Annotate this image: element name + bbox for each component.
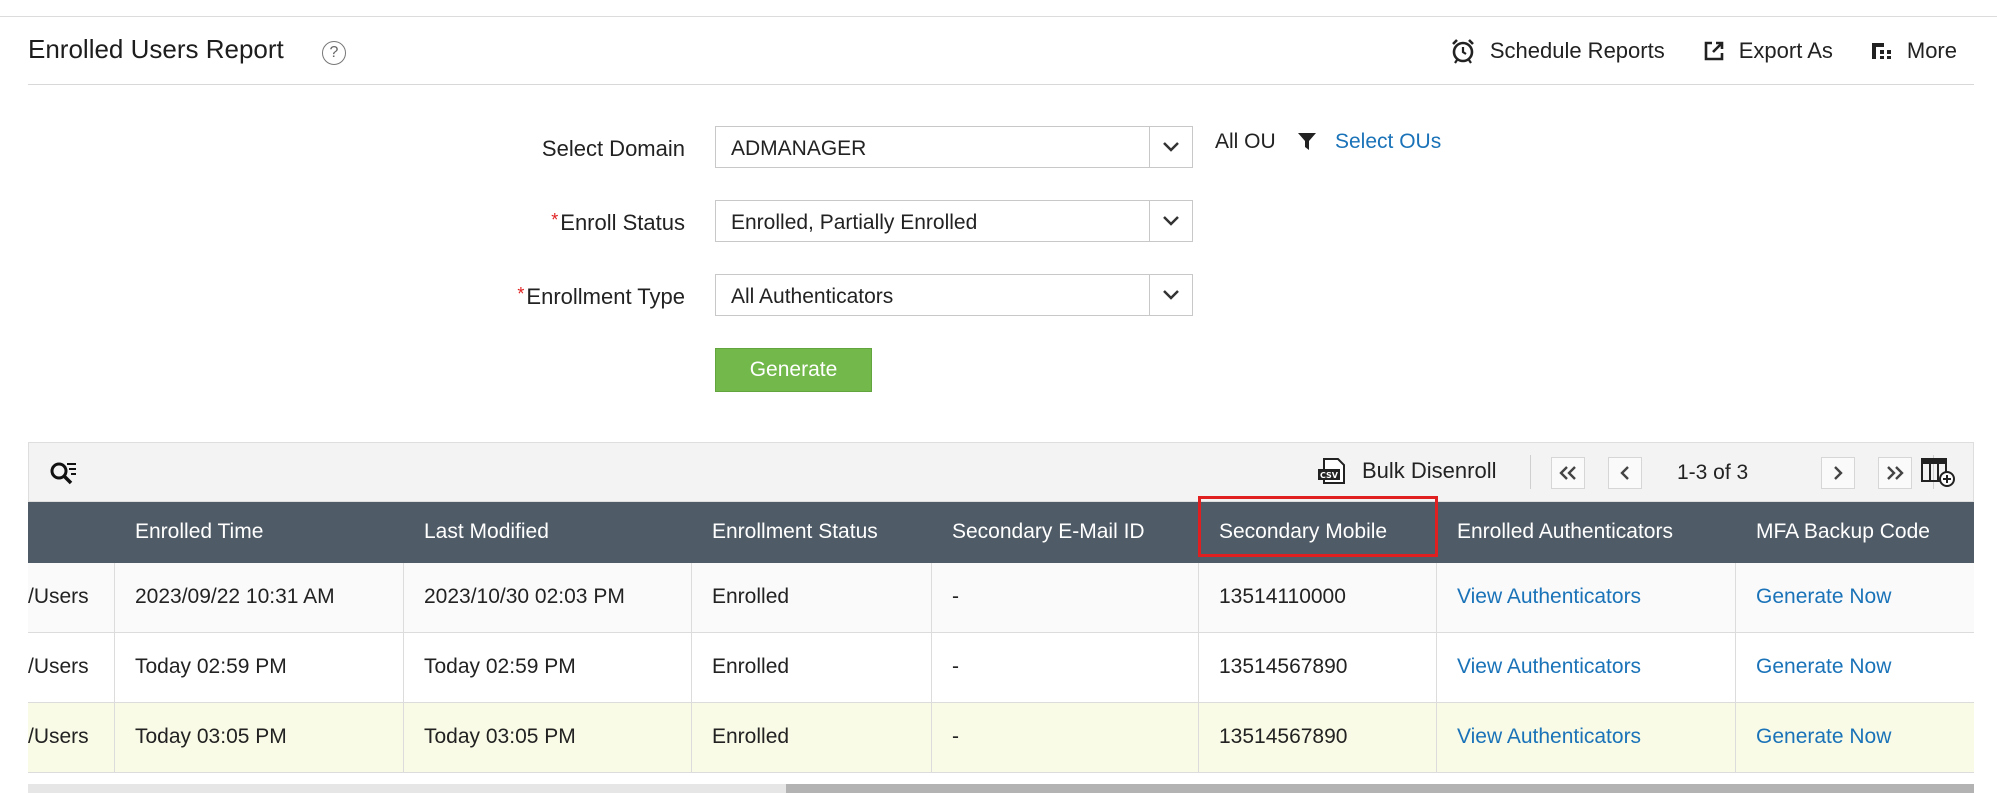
column-header-last-modified[interactable]: Last Modified [424, 520, 549, 544]
view-authenticators-link[interactable]: View Authenticators [1457, 655, 1641, 679]
schedule-reports-button[interactable]: Schedule Reports [1450, 38, 1665, 64]
page-title: Enrolled Users Report [28, 34, 284, 64]
domain-select[interactable]: ADMANAGER [715, 126, 1193, 168]
last-page-button[interactable] [1878, 457, 1912, 489]
generate-now-link[interactable]: Generate Now [1756, 585, 1891, 609]
cell-secondary-email: - [952, 585, 959, 608]
csv-icon: CSV [1318, 458, 1345, 484]
column-divider [691, 563, 692, 773]
table-row[interactable]: /Users Today 03:05 PM Today 03:05 PM Enr… [28, 703, 1974, 773]
export-icon [1704, 41, 1724, 61]
secondary-mobile-highlight [1198, 496, 1438, 557]
cell-enrolled-time: 2023/09/22 10:31 AM [135, 585, 335, 608]
export-as-label: Export As [1738, 38, 1833, 63]
cell-ou: /Users [28, 725, 89, 748]
enroll-status-value: Enrolled, Partially Enrolled [731, 211, 978, 234]
chevron-left-icon [1620, 466, 1629, 480]
header-divider [28, 84, 1974, 85]
column-header-secondary-email[interactable]: Secondary E-Mail ID [952, 520, 1145, 544]
cell-enrollment-status: Enrolled [712, 585, 790, 608]
all-ou-text: All OU [1215, 130, 1276, 153]
enroll-status-label-text: Enroll Status [560, 210, 685, 235]
more-button[interactable]: More [1871, 38, 1957, 64]
chevron-down-icon[interactable] [1149, 127, 1192, 167]
chevron-down-icon[interactable] [1149, 275, 1192, 315]
alarm-clock-icon [1451, 39, 1474, 64]
page-info: 1-3 of 3 [1677, 461, 1749, 484]
cell-secondary-email: - [952, 655, 959, 678]
column-chooser-icon[interactable] [1921, 457, 1955, 487]
cell-ou: /Users [28, 655, 89, 678]
generate-now-link[interactable]: Generate Now [1756, 725, 1891, 749]
cell-secondary-email: - [952, 725, 959, 748]
generate-now-link[interactable]: Generate Now [1756, 655, 1891, 679]
cell-secondary-mobile: 13514567890 [1219, 725, 1348, 748]
filter-icon [1298, 133, 1316, 150]
column-divider [1436, 563, 1437, 773]
next-page-button[interactable] [1821, 457, 1855, 489]
enroll-status-select[interactable]: Enrolled, Partially Enrolled [715, 200, 1193, 242]
required-marker: * [551, 210, 559, 230]
enrollment-type-label-text: Enrollment Type [526, 284, 685, 309]
column-divider [1198, 563, 1199, 773]
cell-enrolled-time: Today 02:59 PM [135, 655, 287, 678]
cell-secondary-mobile: 13514567890 [1219, 655, 1348, 678]
cell-enrollment-status: Enrolled [712, 655, 790, 678]
double-chevron-right-icon [1887, 466, 1904, 480]
table-row[interactable]: /Users Today 02:59 PM Today 02:59 PM Enr… [28, 633, 1974, 703]
bulk-disenroll-label: Bulk Disenroll [1362, 458, 1497, 483]
header-actions: Schedule Reports Export As More [1412, 38, 1957, 64]
scrollbar-thumb[interactable] [786, 784, 1974, 793]
enrollment-type-select[interactable]: All Authenticators [715, 274, 1193, 316]
cell-last-modified: Today 02:59 PM [424, 655, 576, 678]
view-authenticators-link[interactable]: View Authenticators [1457, 585, 1641, 609]
chevron-right-icon [1834, 466, 1843, 480]
required-marker: * [517, 284, 525, 304]
help-icon[interactable]: ? [322, 41, 346, 65]
enrollment-type-label: *Enrollment Type [285, 284, 685, 310]
select-ous-link[interactable]: Select OUs [1335, 130, 1441, 154]
generate-button[interactable]: Generate [715, 348, 872, 392]
cell-enrollment-status: Enrolled [712, 725, 790, 748]
column-header-enrolled-time[interactable]: Enrolled Time [135, 520, 263, 544]
search-filter-icon[interactable] [49, 461, 79, 487]
first-page-button[interactable] [1551, 457, 1585, 489]
enrollment-type-value: All Authenticators [731, 285, 894, 308]
bulk-disenroll-button[interactable]: CSV Bulk Disenroll [1316, 457, 1497, 485]
svg-text:CSV: CSV [1320, 471, 1339, 480]
schedule-reports-label: Schedule Reports [1489, 38, 1665, 63]
horizontal-scrollbar[interactable] [28, 784, 1974, 793]
top-divider [0, 16, 1997, 17]
column-divider [931, 563, 932, 773]
column-header-mfa-backup-code[interactable]: MFA Backup Code [1756, 520, 1930, 544]
chevron-down-icon[interactable] [1149, 201, 1192, 241]
more-icon [1871, 43, 1891, 59]
cell-last-modified: Today 03:05 PM [424, 725, 576, 748]
column-header-enrollment-status[interactable]: Enrollment Status [712, 520, 878, 544]
column-divider [403, 563, 404, 773]
cell-enrolled-time: Today 03:05 PM [135, 725, 287, 748]
cell-secondary-mobile: 13514110000 [1219, 585, 1346, 608]
more-label: More [1906, 38, 1957, 63]
previous-page-button[interactable] [1608, 457, 1642, 489]
column-header-enrolled-authenticators[interactable]: Enrolled Authenticators [1457, 520, 1673, 544]
enrolled-users-table: Enrolled Time Last Modified Enrollment S… [28, 502, 1974, 773]
view-authenticators-link[interactable]: View Authenticators [1457, 725, 1641, 749]
table-row[interactable]: /Users 2023/09/22 10:31 AM 2023/10/30 02… [28, 563, 1974, 633]
column-divider [1735, 563, 1736, 773]
cell-last-modified: 2023/10/30 02:03 PM [424, 585, 625, 608]
select-domain-label: Select Domain [541, 136, 685, 161]
cell-ou: /Users [28, 585, 89, 608]
export-as-button[interactable]: Export As [1703, 38, 1833, 64]
enroll-status-label: *Enroll Status [285, 210, 685, 236]
double-chevron-left-icon [1559, 466, 1576, 480]
report-toolbar: CSV Bulk Disenroll 1-3 of 3 [28, 442, 1974, 502]
domain-select-value: ADMANAGER [731, 137, 867, 160]
table-header: Enrolled Time Last Modified Enrollment S… [28, 502, 1974, 563]
toolbar-separator [1530, 455, 1531, 489]
column-divider [114, 563, 115, 773]
